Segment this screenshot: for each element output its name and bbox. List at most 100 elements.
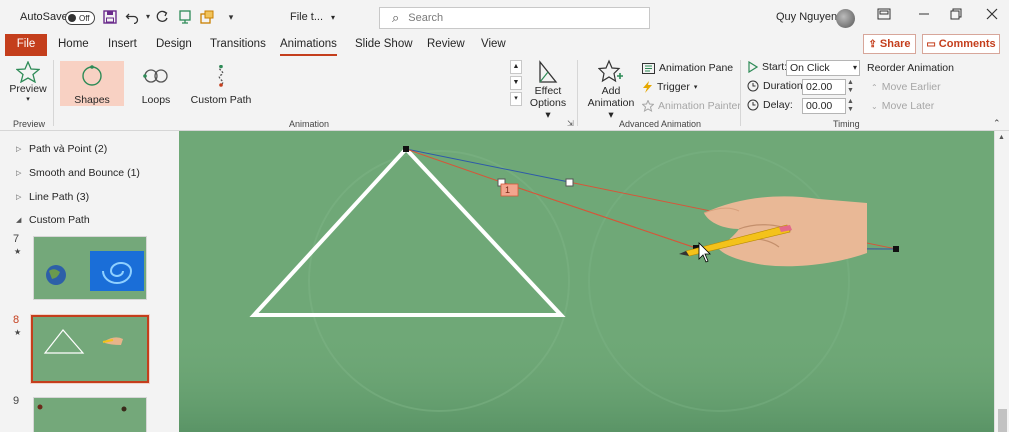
search-box[interactable]: ⌕ Search: [379, 7, 650, 29]
add-animation-button[interactable]: Add Animation ▾: [584, 59, 638, 121]
tab-transitions[interactable]: Transitions: [210, 34, 266, 56]
ribbon-display-icon[interactable]: [874, 8, 894, 26]
clock-icon: [747, 99, 759, 111]
animation-painter-label: Animation Painter: [658, 100, 741, 112]
slide-number: 9: [13, 395, 20, 407]
restore-icon[interactable]: [946, 8, 966, 26]
section-line-path[interactable]: ▷ Line Path (3): [16, 191, 89, 203]
share-button[interactable]: ⇪ Share: [863, 34, 916, 54]
scroll-up-icon[interactable]: ▲: [998, 134, 1005, 141]
tab-file[interactable]: File: [5, 34, 47, 56]
slide-content: [179, 131, 994, 432]
section-label: Custom Path: [29, 214, 90, 226]
tab-home[interactable]: Home: [58, 34, 89, 56]
gallery-up-icon[interactable]: ▲: [510, 60, 522, 74]
slide-panel: ▷ Path và Point (2) ▷ Smooth and Bounce …: [0, 131, 165, 432]
section-smooth-and-bounce[interactable]: ▷ Smooth and Bounce (1): [16, 167, 140, 179]
animation-loops[interactable]: Loops: [131, 65, 181, 106]
path-control-handle[interactable]: [565, 178, 574, 187]
move-later-label: Move Later: [881, 100, 935, 112]
close-icon[interactable]: [982, 8, 1002, 26]
title-bar: AutoSave Off ▾ ▾ File t... ▾ ⌕ Search Qu…: [0, 0, 1009, 34]
animation-order-label: 1: [505, 185, 511, 195]
gallery-down-icon[interactable]: ▼: [510, 76, 522, 90]
save-icon[interactable]: [103, 10, 117, 24]
vertical-scrollbar[interactable]: ▲: [994, 131, 1009, 432]
toggle-knob: [68, 14, 76, 22]
start-label: Start:: [762, 61, 788, 73]
trigger-button[interactable]: Trigger ▾: [642, 81, 697, 93]
divider: [53, 60, 54, 126]
collapsed-triangle-icon: ▷: [16, 170, 22, 177]
panel-scrollbar[interactable]: [163, 131, 180, 432]
lightning-icon: [643, 81, 652, 93]
animation-star-icon: ★: [14, 247, 22, 256]
share-icon: ⇪: [868, 38, 877, 50]
tab-view[interactable]: View: [481, 34, 506, 56]
add-animation-line2: Animation ▾: [587, 97, 635, 121]
present-icon[interactable]: [200, 10, 214, 24]
slide-thumbnail-7[interactable]: [33, 236, 147, 300]
start-from-beginning-icon[interactable]: [178, 10, 192, 24]
slide-canvas[interactable]: 1: [179, 131, 994, 432]
customize-qat-icon[interactable]: ▾: [224, 10, 238, 24]
slide-thumbnail-9[interactable]: [33, 397, 147, 432]
path-vertex-handle[interactable]: [403, 146, 409, 152]
animation-painter-button[interactable]: Animation Painter: [642, 100, 741, 112]
ribbon: Preview ▾ Preview Shapes Loops Custom Pa…: [0, 56, 1009, 131]
redo-icon[interactable]: [155, 10, 169, 24]
effect-options-button[interactable]: Effect Options ▾: [526, 59, 570, 121]
undo-icon[interactable]: [125, 10, 139, 25]
tab-animations[interactable]: Animations: [280, 34, 337, 56]
add-animation-icon: [598, 59, 623, 83]
collapse-ribbon-icon[interactable]: ⌃: [993, 118, 1001, 129]
autosave-label: AutoSave: [20, 11, 68, 23]
powerpoint-window: AutoSave Off ▾ ▾ File t... ▾ ⌕ Search Qu…: [0, 0, 1009, 432]
duration-spinner-icon[interactable]: ▲ ▼: [846, 79, 855, 95]
minimize-icon[interactable]: [914, 8, 934, 26]
slide-8-preview: [33, 317, 147, 381]
delay-label: Delay:: [763, 99, 793, 111]
user-name[interactable]: Quy Nguyen: [776, 0, 837, 34]
animation-pane-icon: [642, 62, 655, 74]
comment-icon: ▭: [926, 38, 936, 50]
animation-shapes[interactable]: Shapes: [60, 65, 124, 106]
section-label: Line Path (3): [29, 191, 90, 203]
tab-review[interactable]: Review: [427, 34, 465, 56]
search-placeholder: Search: [408, 12, 444, 24]
preview-button[interactable]: Preview ▾: [8, 61, 48, 103]
delay-input[interactable]: 00.00: [802, 98, 846, 114]
chevron-up-icon: ⌃: [871, 82, 878, 92]
start-select[interactable]: On Click ▾: [786, 60, 860, 76]
reorder-animation-label: Reorder Animation: [867, 62, 954, 74]
group-label-timing: Timing: [833, 119, 860, 129]
custom-path-icon: [218, 65, 224, 87]
scroll-thumb[interactable]: [998, 409, 1007, 432]
section-path-va-point[interactable]: ▷ Path và Point (2): [16, 143, 107, 155]
move-later-button[interactable]: ⌄ Move Later: [871, 100, 934, 112]
undo-dropdown-icon[interactable]: ▾: [141, 10, 155, 24]
tab-insert[interactable]: Insert: [108, 34, 137, 56]
comments-button[interactable]: ▭ Comments: [922, 34, 1000, 54]
tab-design[interactable]: Design: [156, 34, 192, 56]
document-title[interactable]: File t... ▾: [290, 0, 335, 34]
animation-pane-button[interactable]: Animation Pane: [642, 62, 733, 74]
autosave-toggle[interactable]: Off: [65, 11, 95, 25]
slide-thumbnail-8[interactable]: [30, 314, 150, 384]
avatar[interactable]: [836, 9, 855, 28]
move-earlier-button[interactable]: ⌃ Move Earlier: [871, 81, 941, 93]
gallery-more-icon[interactable]: ▾: [510, 92, 522, 106]
gallery-scroll[interactable]: ▲ ▼ ▾: [510, 60, 522, 108]
collapsed-triangle-icon: ▷: [16, 194, 22, 201]
dialog-launcher-icon[interactable]: ⇲: [567, 119, 574, 128]
autosave-state: Off: [79, 13, 90, 23]
section-custom-path[interactable]: ◢ Custom Path: [16, 214, 90, 226]
animation-star-icon: ★: [14, 328, 22, 337]
path-vertex-handle[interactable]: [893, 246, 899, 252]
move-earlier-label: Move Earlier: [881, 81, 941, 93]
duration-input[interactable]: 02.00: [802, 79, 846, 95]
group-label-preview: Preview: [13, 119, 46, 129]
delay-spinner-icon[interactable]: ▲ ▼: [846, 98, 855, 114]
animation-custom-path[interactable]: Custom Path: [189, 65, 253, 106]
tab-slide-show[interactable]: Slide Show: [355, 34, 413, 56]
